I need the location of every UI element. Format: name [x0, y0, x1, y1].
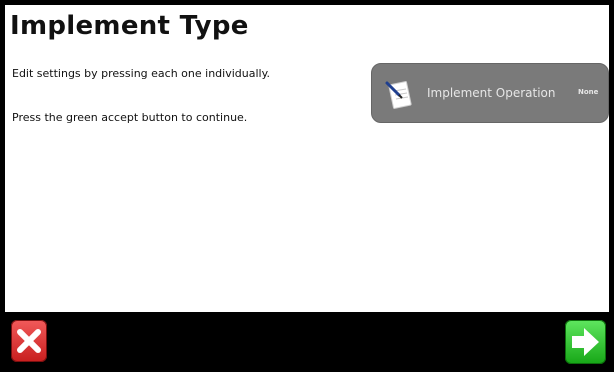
setting-value: None [578, 88, 599, 96]
implement-operation-button[interactable]: Implement Operation None [371, 63, 609, 123]
setting-label: Implement Operation [427, 86, 556, 100]
notepad-pen-icon [385, 81, 412, 109]
bottom-toolbar [0, 312, 614, 372]
main-panel: Implement Type Edit settings by pressing… [5, 5, 609, 312]
screen-frame: Implement Type Edit settings by pressing… [0, 0, 614, 372]
page-title: Implement Type [10, 11, 249, 41]
close-icon [17, 329, 41, 353]
instruction-press-accept: Press the green accept button to continu… [12, 111, 248, 124]
cancel-button[interactable] [11, 320, 47, 362]
instruction-edit-settings: Edit settings by pressing each one indiv… [12, 67, 271, 80]
accept-button[interactable] [565, 320, 606, 364]
arrow-right-icon [572, 328, 599, 356]
